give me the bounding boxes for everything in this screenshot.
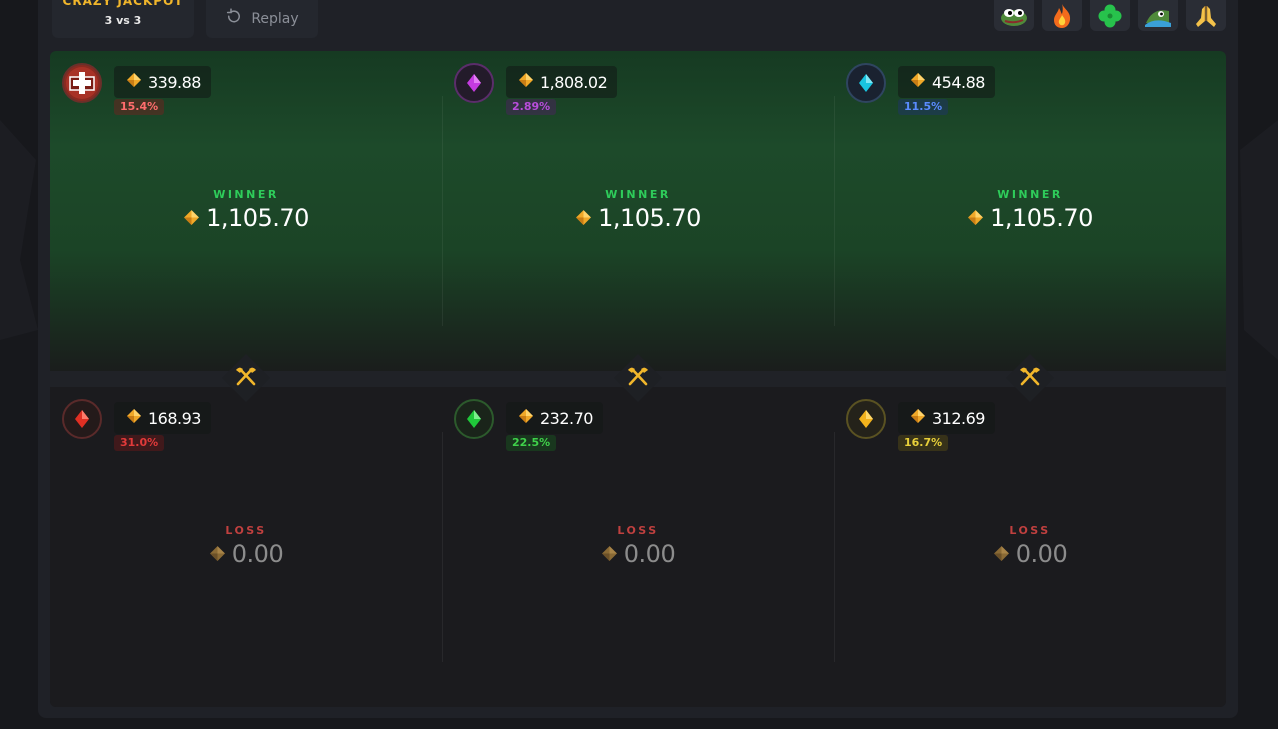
result-label: LOSS (617, 524, 659, 537)
yellow-gem-avatar[interactable] (846, 399, 886, 439)
pray-emote[interactable] (1186, 0, 1226, 31)
pepe-emote[interactable] (994, 0, 1034, 31)
result-label: WINNER (213, 188, 279, 201)
balance-value: 168.93 (148, 408, 201, 428)
gem-icon (209, 540, 226, 568)
result-amount: 1,105.70 (834, 204, 1226, 232)
gem-icon (518, 408, 534, 428)
gem-icon (601, 540, 618, 568)
result-amount: 0.00 (834, 540, 1226, 568)
result-amount-value: 0.00 (231, 540, 284, 568)
pepe-wave-emote[interactable] (1138, 0, 1178, 31)
loser-player-1: 168.93 31.0% LOSS 0.00 (50, 387, 442, 707)
gem-icon (183, 204, 200, 232)
player-balance: 339.88 (114, 66, 211, 98)
gem-icon (518, 72, 534, 92)
winner-player-2: 1,808.02 2.89% WINNER 1,105.70 (442, 51, 834, 371)
game-mode-badge: CRAZY JACKPOT 3 vs 3 (52, 0, 194, 38)
emote-bar (994, 0, 1226, 31)
medic-avatar[interactable] (62, 63, 102, 103)
versus-marker-3 (1005, 353, 1055, 403)
win-chance-badge: 22.5% (506, 435, 557, 451)
versus-marker-1 (221, 353, 271, 403)
player-balance: 232.70 (506, 402, 603, 434)
result-amount: 0.00 (50, 540, 442, 568)
replay-button[interactable]: Replay (206, 0, 318, 38)
player-balance: 454.88 (898, 66, 995, 98)
result-amount-value: 1,105.70 (598, 204, 701, 232)
player-balance: 1,808.02 (506, 66, 618, 98)
win-chance-badge: 2.89% (506, 99, 557, 115)
result-amount-value: 1,105.70 (990, 204, 1093, 232)
game-mode-title: CRAZY JACKPOT (62, 0, 184, 8)
game-mode-teams: 3 vs 3 (104, 14, 142, 27)
loser-player-2: 232.70 22.5% LOSS 0.00 (442, 387, 834, 707)
green-gem-avatar[interactable] (454, 399, 494, 439)
balance-value: 312.69 (932, 408, 985, 428)
result-amount: 0.00 (442, 540, 834, 568)
clover-emote[interactable] (1090, 0, 1130, 31)
balance-value: 339.88 (148, 72, 201, 92)
result-amount-value: 1,105.70 (206, 204, 309, 232)
result-amount-value: 0.00 (1015, 540, 1068, 568)
versus-marker-2 (613, 353, 663, 403)
replay-icon (225, 8, 243, 30)
player-balance: 168.93 (114, 402, 211, 434)
gem-icon (910, 408, 926, 428)
gem-icon (993, 540, 1010, 568)
result-label: WINNER (997, 188, 1063, 201)
gem-icon (575, 204, 592, 232)
balance-value: 232.70 (540, 408, 593, 428)
loser-player-3: 312.69 16.7% LOSS 0.00 (834, 387, 1226, 707)
player-balance: 312.69 (898, 402, 995, 434)
cyan-gem-avatar[interactable] (846, 63, 886, 103)
win-chance-badge: 15.4% (114, 99, 165, 115)
win-chance-badge: 16.7% (898, 435, 949, 451)
gem-icon (967, 204, 984, 232)
gem-icon (910, 72, 926, 92)
result-amount: 1,105.70 (442, 204, 834, 232)
gem-icon (126, 408, 142, 428)
winner-player-1: 339.88 15.4% WINNER 1,105.70 (50, 51, 442, 371)
win-chance-badge: 11.5% (898, 99, 949, 115)
balance-value: 454.88 (932, 72, 985, 92)
result-amount: 1,105.70 (50, 204, 442, 232)
winner-player-3: 454.88 11.5% WINNER 1,105.70 (834, 51, 1226, 371)
result-label: LOSS (1009, 524, 1051, 537)
result-label: WINNER (605, 188, 671, 201)
gem-icon (126, 72, 142, 92)
balance-value: 1,808.02 (540, 72, 608, 92)
fire-emote[interactable] (1042, 0, 1082, 31)
red-gem-avatar[interactable] (62, 399, 102, 439)
replay-label: Replay (251, 11, 299, 27)
result-label: LOSS (225, 524, 267, 537)
result-amount-value: 0.00 (623, 540, 676, 568)
win-chance-badge: 31.0% (114, 435, 165, 451)
purple-gem-avatar[interactable] (454, 63, 494, 103)
